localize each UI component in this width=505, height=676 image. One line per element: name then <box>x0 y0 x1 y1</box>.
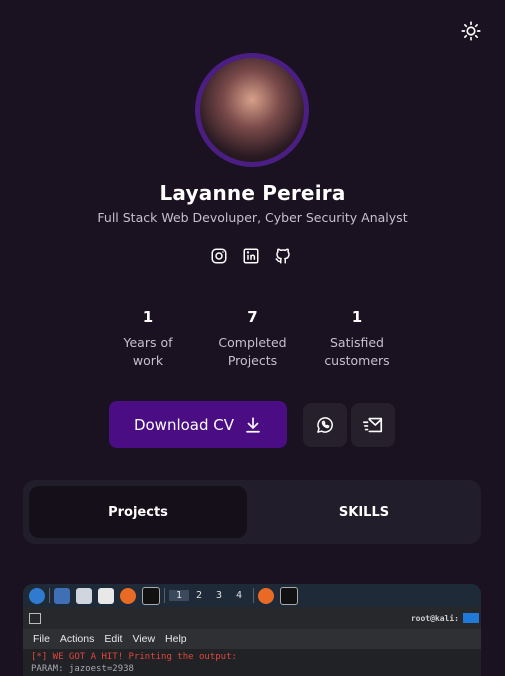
stat-value: 7 <box>247 308 258 326</box>
kali-menu-icon <box>29 587 45 604</box>
mail-send-icon <box>363 417 383 433</box>
terminal-line: PARAM: jazoest=2938 <box>31 664 134 674</box>
whatsapp-icon <box>317 417 333 433</box>
desktop-icon <box>54 587 70 604</box>
stat-value: 1 <box>351 308 363 326</box>
sun-icon <box>461 21 481 41</box>
github-link[interactable] <box>273 246 293 266</box>
instagram-link[interactable] <box>209 246 229 266</box>
terminal-menubar: File Actions Edit View Help <box>23 629 481 649</box>
taskbar-separator <box>49 588 50 603</box>
avatar-ring <box>195 53 309 167</box>
stat-label: Years of work <box>100 334 196 370</box>
terminal-output: [*] WE GOT A HIT! Printing the output: P… <box>23 649 481 676</box>
terminal-window-icon <box>280 586 298 605</box>
firefox-icon <box>120 587 136 604</box>
profile-subtitle: Full Stack Web Devoluper, Cyber Security… <box>97 210 408 225</box>
stat-label-line: customers <box>324 353 390 368</box>
workspace-button: 1 <box>169 590 189 601</box>
social-links <box>209 246 293 266</box>
firefox-window-icon <box>258 587 274 604</box>
terminal-icon <box>142 586 160 605</box>
download-icon <box>246 416 260 433</box>
stat-label-line: work <box>132 353 164 368</box>
stat-years: 1 Years of work <box>100 308 196 370</box>
terminal-titlebar: root@kali: <box>23 607 481 629</box>
taskbar-separator <box>164 588 165 603</box>
taskbar-separator <box>253 588 254 603</box>
terminal-line: [*] WE GOT A HIT! Printing the output: <box>31 652 237 662</box>
stat-projects: 7 Completed Projects <box>205 308 301 370</box>
portfolio-tabs: Projects SKILLS <box>23 480 481 544</box>
menu-actions: Actions <box>59 633 95 645</box>
menu-view: View <box>132 633 156 645</box>
editor-icon <box>98 587 114 604</box>
tab-skills[interactable]: SKILLS <box>253 486 475 538</box>
menu-file: File <box>33 633 50 645</box>
stat-label: Satisfied customers <box>309 334 405 370</box>
email-button[interactable] <box>351 403 395 447</box>
avatar <box>200 58 304 162</box>
stat-customers: 1 Satisfied customers <box>309 308 405 370</box>
theme-toggle-button[interactable] <box>459 19 483 43</box>
stat-label: Completed Projects <box>205 334 301 370</box>
terminal-user: root@kali: <box>410 613 459 623</box>
workspace-button: 3 <box>215 590 223 601</box>
menu-edit: Edit <box>104 633 123 645</box>
workspace-button: 4 <box>235 590 243 601</box>
project-preview-card[interactable]: 1 2 3 4 root@kali: File Actions Edit Vie… <box>23 584 481 676</box>
stat-label-line: Years of <box>123 335 173 350</box>
linkedin-icon <box>243 248 259 264</box>
files-icon <box>76 587 92 604</box>
stats-row: 1 Years of work 7 Completed Projects 1 S… <box>100 308 405 370</box>
tab-projects[interactable]: Projects <box>29 486 247 538</box>
preview-taskbar: 1 2 3 4 <box>23 584 481 607</box>
stat-label-line: Completed <box>218 335 287 350</box>
stat-label-line: Satisfied <box>330 335 384 350</box>
stat-value: 1 <box>142 308 154 326</box>
menu-help: Help <box>165 633 187 645</box>
profile-name: Layanne Pereira <box>159 181 346 205</box>
instagram-icon <box>211 248 227 264</box>
github-icon <box>275 248 290 264</box>
workspace-button: 2 <box>195 590 203 601</box>
terminal-small-icon <box>29 612 41 624</box>
whatsapp-button[interactable] <box>303 403 347 447</box>
stat-label-line: Projects <box>227 353 278 368</box>
window-controls <box>463 613 479 623</box>
portfolio-page: Layanne Pereira Full Stack Web Devoluper… <box>0 0 505 676</box>
linkedin-link[interactable] <box>241 246 261 266</box>
download-cv-button[interactable]: Download CV <box>109 401 287 448</box>
download-cv-label: Download CV <box>133 415 235 434</box>
